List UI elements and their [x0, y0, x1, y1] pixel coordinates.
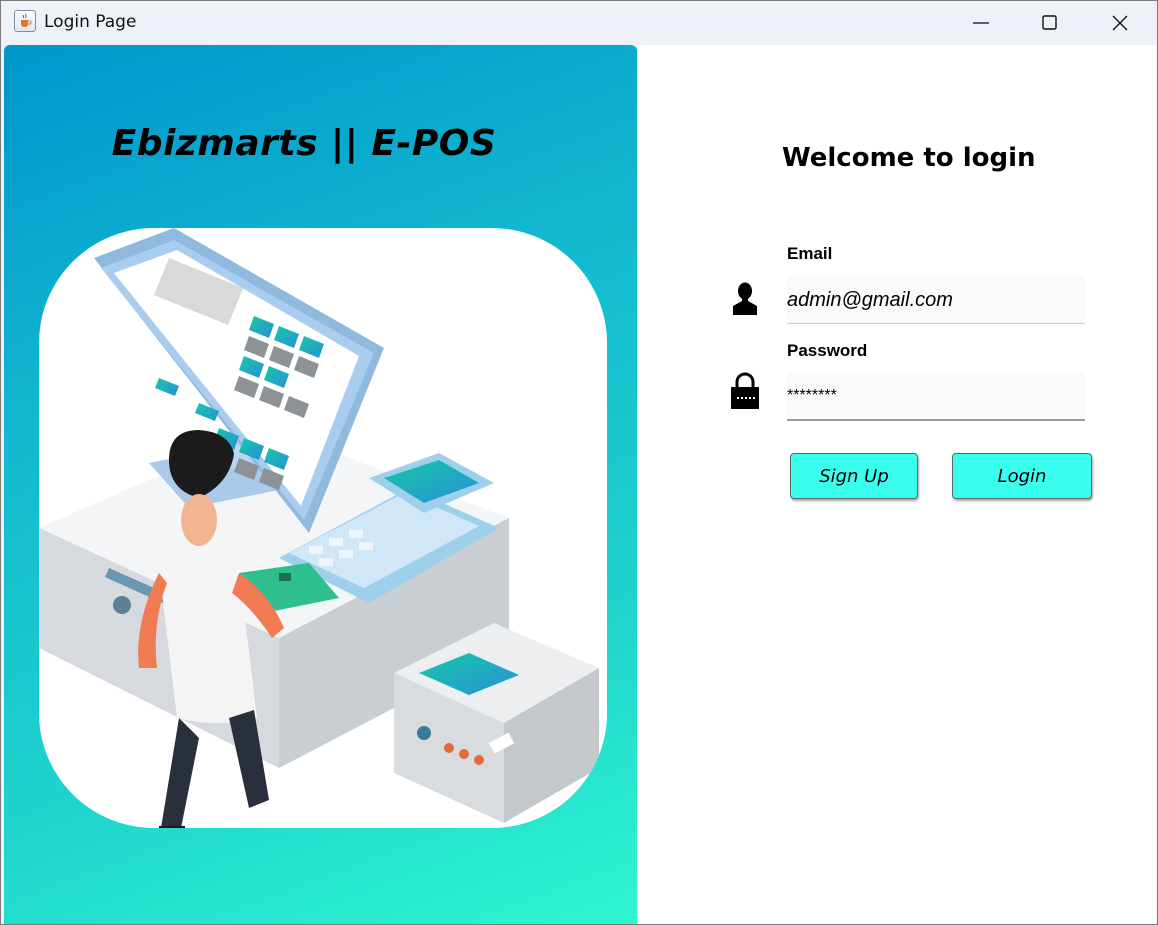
password-field[interactable] — [787, 373, 1085, 421]
email-field[interactable] — [787, 276, 1085, 324]
lock-icon — [729, 372, 761, 415]
close-icon — [1112, 15, 1128, 31]
login-button[interactable]: Login — [952, 453, 1092, 499]
window-title: Login Page — [44, 12, 137, 32]
minimize-button[interactable] — [946, 1, 1016, 44]
brand-panel: Ebizmarts || E-POS — [4, 45, 637, 924]
sign-up-button[interactable]: Sign Up — [790, 453, 918, 499]
java-cup-icon — [14, 10, 36, 32]
title-bar[interactable]: Login Page — [1, 1, 1157, 44]
brand-title: Ebizmarts || E-POS — [111, 123, 497, 164]
maximize-icon — [1042, 15, 1057, 30]
maximize-button[interactable] — [1015, 1, 1085, 44]
minimize-icon — [973, 22, 989, 24]
close-button[interactable] — [1085, 1, 1155, 44]
email-label: Email — [787, 244, 833, 263]
password-label: Password — [787, 341, 868, 360]
login-window: Login Page Ebizmarts || E-POS Welcome to… — [0, 0, 1158, 925]
welcome-heading: Welcome to login — [782, 143, 1036, 173]
login-form-panel: Welcome to login Email Password Sign Up … — [638, 45, 1156, 924]
user-icon — [729, 282, 761, 321]
pos-terminal-illustration — [39, 228, 607, 828]
